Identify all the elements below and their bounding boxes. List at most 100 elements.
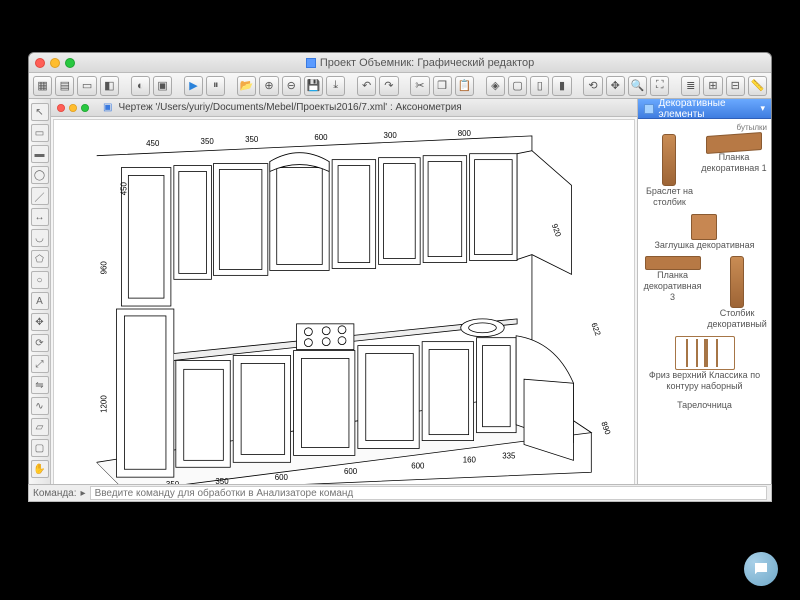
- mirror-tool-icon[interactable]: ⇋: [31, 376, 49, 394]
- tool-wall-icon[interactable]: ▭: [77, 76, 96, 96]
- app-window: Проект Объемник: Графический редактор ▦ …: [28, 52, 772, 502]
- chat-bubble-button[interactable]: [744, 552, 778, 586]
- svg-text:890: 890: [599, 420, 612, 436]
- curve-tool-icon[interactable]: ∿: [31, 397, 49, 415]
- tool-viewside-icon[interactable]: ▮: [552, 76, 571, 96]
- tool-block-icon[interactable]: ◧: [100, 76, 119, 96]
- palette-item[interactable]: Столбик декоративный: [707, 256, 767, 330]
- palette-body[interactable]: бутылки Браслет на столбик Планка декора…: [638, 119, 771, 501]
- doc-max-button[interactable]: [81, 104, 89, 112]
- scale-tool-icon[interactable]: ⤢: [31, 355, 49, 373]
- palette-header[interactable]: Декоративные элементы ▾: [638, 99, 771, 119]
- app-icon: [306, 58, 316, 68]
- move-tool-icon[interactable]: ✥: [31, 313, 49, 331]
- tool-save-icon[interactable]: 💾: [304, 76, 323, 96]
- palette-item[interactable]: Планка декоративная 3: [642, 256, 703, 330]
- box-tool-icon[interactable]: ▭: [31, 124, 49, 142]
- tool-ungroup-icon[interactable]: ⊟: [726, 76, 745, 96]
- pick-tool-icon[interactable]: ↖: [31, 103, 49, 121]
- palette-item[interactable]: Планка декоративная 1: [701, 134, 767, 208]
- tool-cut-icon[interactable]: ✂: [410, 76, 429, 96]
- doc-title: Чертеж '/Users/yuriy/Documents/Mebel/Про…: [118, 102, 461, 113]
- library-palette: Декоративные элементы ▾ бутылки Браслет …: [637, 99, 771, 501]
- tool-remove-icon[interactable]: ⊖: [282, 76, 301, 96]
- svg-text:350: 350: [201, 137, 215, 146]
- drawing-viewport[interactable]: 450 350 350 600 300 800 450 960 1200 920…: [53, 119, 635, 499]
- palette-title: Декоративные элементы: [658, 99, 756, 120]
- tool-undo-icon[interactable]: ↶: [357, 76, 376, 96]
- palette-item[interactable]: Фриз верхний Классика по контуру наборны…: [642, 336, 767, 392]
- tool-zoom-icon[interactable]: 🔍: [628, 76, 647, 96]
- palette-item[interactable]: Тарелочница: [642, 400, 767, 411]
- svg-text:600: 600: [344, 467, 358, 476]
- poly-tool-icon[interactable]: ⬠: [31, 250, 49, 268]
- dim-tool-icon[interactable]: ↔: [31, 208, 49, 226]
- command-bar: Команда: ▸: [28, 484, 772, 502]
- circle-tool-icon[interactable]: ○: [31, 271, 49, 289]
- command-flag-icon: ▸: [81, 488, 86, 499]
- panel-tool-icon[interactable]: ▬: [31, 145, 49, 163]
- chat-icon: [752, 560, 770, 578]
- main-titlebar: Проект Объемник: Графический редактор: [29, 53, 771, 73]
- post-thumb: [730, 256, 744, 308]
- viewport-panel: ▣ Чертеж '/Users/yuriy/Documents/Mebel/П…: [51, 99, 637, 501]
- svg-text:300: 300: [384, 131, 398, 140]
- tool-panel-icon[interactable]: ▤: [55, 76, 74, 96]
- plank-thumb: [706, 132, 762, 154]
- svg-text:622: 622: [589, 321, 602, 336]
- doc-min-button[interactable]: [69, 104, 77, 112]
- svg-text:600: 600: [314, 133, 328, 142]
- tool-view3d-icon[interactable]: ◈: [486, 76, 505, 96]
- content-area: ↖ ▭ ▬ ◯ ／ ↔ ◡ ⬠ ○ A ✥ ⟳ ⤢ ⇋ ∿ ▱ ▢ ✋: [29, 99, 771, 501]
- palette-item-label: Тарелочница: [677, 400, 732, 411]
- palette-item[interactable]: Браслет на столбик: [642, 134, 697, 208]
- tool-play-icon[interactable]: ▶: [184, 76, 203, 96]
- tool-render-icon[interactable]: ◐: [131, 76, 150, 96]
- svg-text:450: 450: [146, 139, 160, 148]
- tool-camera-icon[interactable]: ▣: [153, 76, 172, 96]
- tool-group-icon[interactable]: ⊞: [703, 76, 722, 96]
- arc-tool-icon[interactable]: ◡: [31, 229, 49, 247]
- kitchen-drawing: 450 350 350 600 300 800 450 960 1200 920…: [60, 126, 628, 492]
- region-tool-icon[interactable]: ▱: [31, 418, 49, 436]
- doc-titlebar: ▣ Чертеж '/Users/yuriy/Documents/Mebel/П…: [51, 99, 637, 117]
- tool-measure-icon[interactable]: 📏: [748, 76, 767, 96]
- tool-cube-icon[interactable]: ▦: [33, 76, 52, 96]
- chevron-down-icon: ▾: [760, 103, 765, 114]
- rotate-tool-icon[interactable]: ⟳: [31, 334, 49, 352]
- tool-pause-icon[interactable]: ⏸: [206, 76, 225, 96]
- palette-item[interactable]: Заглушка декоративная: [654, 214, 754, 251]
- tool-copy-icon[interactable]: ❐: [433, 76, 452, 96]
- command-input[interactable]: [90, 486, 767, 500]
- tool-open-icon[interactable]: 📂: [237, 76, 256, 96]
- doc-close-button[interactable]: [57, 104, 65, 112]
- maximize-window-button[interactable]: [65, 58, 75, 68]
- rect-select-icon[interactable]: ▢: [31, 439, 49, 457]
- tool-pan-icon[interactable]: ✥: [606, 76, 625, 96]
- tool-fit-icon[interactable]: ⛶: [650, 76, 669, 96]
- palette-fragment: бутылки: [642, 123, 767, 132]
- tool-redo-icon[interactable]: ↷: [379, 76, 398, 96]
- palette-item-label: Заглушка декоративная: [654, 240, 754, 251]
- svg-text:350: 350: [245, 135, 259, 144]
- tool-viewfront-icon[interactable]: ▯: [530, 76, 549, 96]
- pillar-thumb: [662, 134, 676, 186]
- minimize-window-button[interactable]: [50, 58, 60, 68]
- tool-saveas-icon[interactable]: ⤓: [326, 76, 345, 96]
- frieze-thumb: [675, 336, 735, 370]
- text-tool-icon[interactable]: A: [31, 292, 49, 310]
- hand-tool-icon[interactable]: ✋: [31, 460, 49, 478]
- tool-paste-icon[interactable]: 📋: [455, 76, 474, 96]
- svg-text:1200: 1200: [100, 395, 109, 413]
- tool-layers-icon[interactable]: ≣: [681, 76, 700, 96]
- svg-text:600: 600: [275, 473, 289, 482]
- svg-text:160: 160: [463, 455, 477, 464]
- cyl-tool-icon[interactable]: ◯: [31, 166, 49, 184]
- top-toolbar: ▦ ▤ ▭ ◧ ◐ ▣ ▶ ⏸ 📂 ⊕ ⊖ 💾 ⤓ ↶ ↷ ✂ ❐ 📋 ◈ ▢ …: [29, 73, 771, 99]
- close-window-button[interactable]: [35, 58, 45, 68]
- svg-text:960: 960: [100, 261, 109, 275]
- tool-viewtop-icon[interactable]: ▢: [508, 76, 527, 96]
- line-tool-icon[interactable]: ／: [31, 187, 49, 205]
- tool-rotate-icon[interactable]: ⟲: [583, 76, 602, 96]
- tool-add-icon[interactable]: ⊕: [259, 76, 278, 96]
